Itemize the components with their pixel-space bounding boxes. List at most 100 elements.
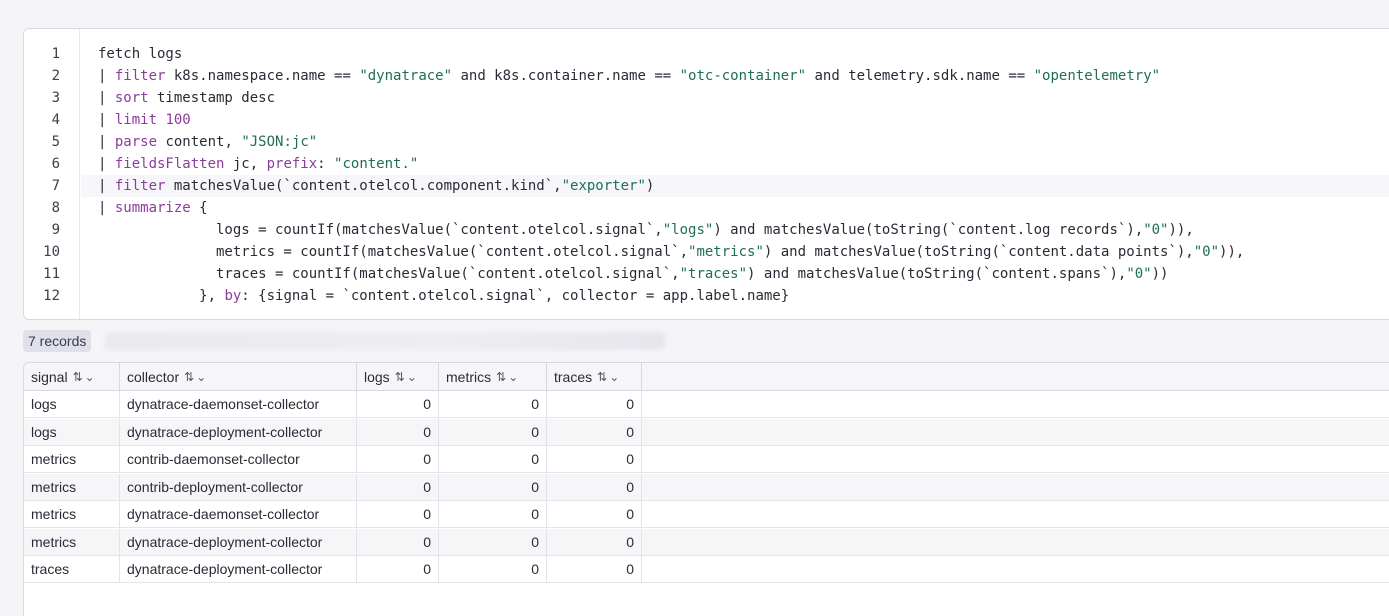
cell-metrics: 0 <box>439 391 547 418</box>
code-token: ) and matchesValue(toString(`content.spa… <box>747 266 1127 282</box>
cell-metrics: 0 <box>439 528 547 556</box>
line-number-gutter: 1 2 3 4 5 6 7 8 9 10 11 12 <box>24 29 80 319</box>
code-token: content, <box>157 134 242 150</box>
code-token: ) and matchesValue(toString(`content.log… <box>713 222 1144 238</box>
table-row[interactable]: metrics contrib-daemonset-collector 0 0 0 <box>24 446 1389 473</box>
sort-icon[interactable]: ⇅ <box>184 370 196 384</box>
code-line[interactable]: | filter matchesValue(`content.otelcol.c… <box>98 175 654 197</box>
cell-collector: dynatrace-deployment-collector <box>120 418 357 446</box>
cell-signal: metrics <box>24 501 120 528</box>
table-row[interactable]: traces dynatrace-deployment-collector 0 0 0 <box>24 556 1389 583</box>
cell-collector: contrib-daemonset-collector <box>120 446 357 473</box>
column-header-signal[interactable]: signal ⇅⌄ <box>24 363 120 391</box>
column-header-logs[interactable]: logs ⇅⌄ <box>357 363 439 391</box>
column-header-collector[interactable]: collector ⇅⌄ <box>120 363 357 391</box>
code-line[interactable]: fetch logs <box>98 43 182 65</box>
sort-icon[interactable]: ⇅ <box>597 370 609 384</box>
code-token: filter <box>114 68 166 84</box>
cell-logs: 0 <box>357 528 439 556</box>
table-header: signal ⇅⌄ collector ⇅⌄ logs ⇅⌄ metrics ⇅⌄ traces… <box>24 363 1389 391</box>
cell-filler <box>642 474 1389 501</box>
code-line[interactable]: metrics = countIf(matchesValue(`content.… <box>98 241 1244 263</box>
chevron-down-icon[interactable]: ⌄ <box>85 370 97 384</box>
cell-logs: 0 <box>357 446 439 473</box>
line-number: 9 <box>51 222 60 238</box>
code-token: "traces" <box>679 266 748 282</box>
code-token: logs = countIf(matchesValue(`content.ote… <box>98 222 663 238</box>
code-token: | <box>98 156 115 172</box>
column-header-filler <box>642 363 1389 391</box>
cell-traces: 0 <box>547 446 642 473</box>
cell-filler <box>642 391 1389 418</box>
cell-metrics: 0 <box>439 501 547 528</box>
code-token: k8s.namespace.name == <box>165 68 360 84</box>
table-row[interactable]: metrics dynatrace-deployment-collector 0 0 0 <box>24 528 1389 556</box>
blurred-query-info <box>105 332 666 350</box>
cell-collector: dynatrace-deployment-collector <box>120 556 357 583</box>
cell-signal: metrics <box>24 473 120 501</box>
code-line[interactable]: | limit 100 <box>98 109 191 131</box>
chevron-down-icon[interactable]: ⌄ <box>508 370 520 384</box>
code-line[interactable]: | sort timestamp desc <box>98 87 275 109</box>
code-token: : <box>317 156 335 172</box>
results-summary-bar: 7 records <box>23 330 666 352</box>
line-number: 1 <box>51 46 60 62</box>
table-row[interactable]: logs dynatrace-daemonset-collector 0 0 0 <box>24 391 1389 418</box>
cell-collector: dynatrace-deployment-collector <box>120 528 357 556</box>
code-line[interactable]: | filter k8s.namespace.name == "dynatrac… <box>98 65 1160 87</box>
line-number: 6 <box>51 156 60 172</box>
table-row[interactable]: metrics contrib-deployment-collector 0 0 0 <box>24 473 1389 501</box>
cell-traces: 0 <box>547 418 642 446</box>
code-token: "logs" <box>662 222 714 238</box>
column-header-label: logs <box>364 368 390 385</box>
cell-logs: 0 <box>357 556 439 583</box>
code-line[interactable]: | parse content, "JSON:jc" <box>98 131 317 153</box>
cell-traces: 0 <box>547 528 642 556</box>
code-token: "exporter" <box>561 178 646 194</box>
code-token: filter <box>114 178 166 194</box>
code-token: and telemetry.sdk.name == <box>806 68 1034 84</box>
cell-metrics: 0 <box>439 556 547 583</box>
line-number: 3 <box>51 90 60 106</box>
code-token: | <box>98 134 115 150</box>
sort-icon[interactable]: ⇅ <box>395 370 407 384</box>
query-editor[interactable]: 1 2 3 4 5 6 7 8 9 10 11 12 fetch logs | filter k8s.n… <box>23 28 1389 320</box>
code-line[interactable]: | summarize { <box>98 197 208 219</box>
code-token: by <box>224 288 242 304</box>
column-header-traces[interactable]: traces ⇅⌄ <box>547 363 642 391</box>
code-token: )), <box>1168 222 1194 238</box>
code-token: { <box>190 200 208 216</box>
table-row[interactable]: logs dynatrace-deployment-collector 0 0 0 <box>24 418 1389 446</box>
cell-logs: 0 <box>357 501 439 528</box>
column-header-label: metrics <box>446 368 492 385</box>
code-token: "opentelemetry" <box>1033 68 1161 84</box>
code-token: | <box>98 90 115 106</box>
code-token: sort <box>114 90 149 106</box>
code-token: "metrics" <box>688 244 764 260</box>
sort-icon[interactable]: ⇅ <box>73 370 85 384</box>
sort-icon[interactable]: ⇅ <box>496 370 508 384</box>
column-header-label: signal <box>31 368 68 385</box>
cell-signal: metrics <box>24 446 120 473</box>
chevron-down-icon[interactable]: ⌄ <box>196 370 208 384</box>
cell-traces: 0 <box>547 473 642 501</box>
code-token: timestamp desc <box>148 90 276 106</box>
code-token: summarize <box>114 200 191 216</box>
code-token: matchesValue(`content.otelcol.component.… <box>165 178 562 194</box>
code-line[interactable]: | fieldsFlatten jc, prefix: "content." <box>98 153 418 175</box>
code-line[interactable]: }, by: {signal = `content.otelcol.signal… <box>98 285 789 307</box>
cell-traces: 0 <box>547 556 642 583</box>
code-token: | <box>98 200 115 216</box>
table-row[interactable]: metrics dynatrace-daemonset-collector 0 0 0 <box>24 501 1389 528</box>
column-header-metrics[interactable]: metrics ⇅⌄ <box>439 363 547 391</box>
column-header-label: collector <box>127 368 180 385</box>
code-token: : {signal = `content.otelcol.signal`, co… <box>241 288 790 304</box>
code-token: parse <box>114 134 158 150</box>
code-token: "0" <box>1193 244 1220 260</box>
code-token: "0" <box>1143 222 1169 238</box>
code-token: }, <box>98 288 225 304</box>
code-line[interactable]: logs = countIf(matchesValue(`content.ote… <box>98 219 1194 241</box>
chevron-down-icon[interactable]: ⌄ <box>407 370 419 384</box>
code-line[interactable]: traces = countIf(matchesValue(`content.o… <box>98 263 1168 285</box>
chevron-down-icon[interactable]: ⌄ <box>609 370 621 384</box>
